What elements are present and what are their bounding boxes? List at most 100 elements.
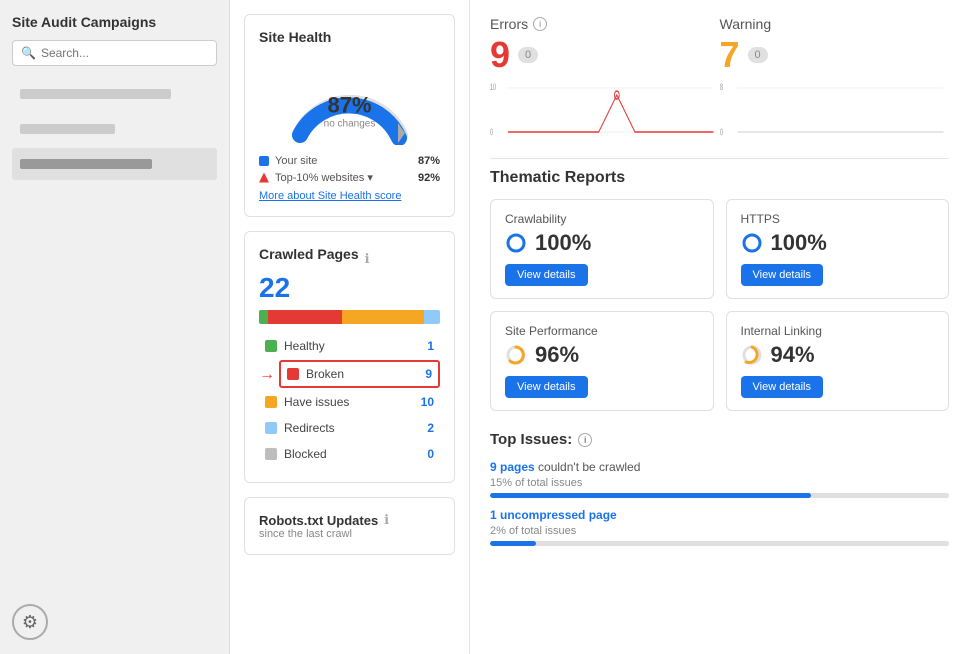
- crawlability-circle-icon: [505, 232, 527, 254]
- legend-val-broken: 9: [425, 367, 432, 381]
- top-issues-label: Top Issues:: [490, 431, 572, 448]
- settings-button[interactable]: ⚙: [12, 604, 48, 640]
- warnings-label: Warning: [720, 16, 950, 32]
- pages-legend-redirects[interactable]: Redirects 2: [259, 416, 440, 440]
- site-health-legend: Your site 87% Top-10% websites ▾ 92%: [259, 155, 440, 184]
- more-about-link[interactable]: More about Site Health score: [259, 190, 440, 202]
- crawlability-view-details-btn[interactable]: View details: [505, 264, 588, 286]
- thematic-performance-pct-row: 96%: [505, 342, 699, 368]
- sidebar-item-label-blur-1: [20, 89, 171, 99]
- thematic-reports-title: Thematic Reports: [490, 169, 949, 187]
- legend-dot-blocked: [265, 448, 277, 460]
- performance-view-details-btn[interactable]: View details: [505, 376, 588, 398]
- thematic-performance-pct: 96%: [535, 342, 579, 368]
- legend-label-site: Your site: [275, 155, 418, 167]
- legend-label-broken: Broken: [306, 367, 425, 381]
- donut-percentage: 87%: [324, 92, 376, 118]
- robots-header: Robots.txt Updates ℹ: [259, 512, 440, 528]
- bar-healthy: [259, 310, 268, 324]
- warnings-block: Warning 7 0 8 0: [720, 16, 950, 148]
- robots-card: Robots.txt Updates ℹ since the last craw…: [244, 497, 455, 555]
- donut-center: 87% no changes: [324, 92, 376, 129]
- svg-text:0: 0: [720, 127, 723, 138]
- middle-panel: Site Health 87% no changes Your site 87%: [230, 0, 470, 654]
- issue-item-2: 1 uncompressed page 2% of total issues: [490, 508, 949, 546]
- performance-circle-icon: [505, 344, 527, 366]
- issue-bar-fill-2: [490, 541, 536, 546]
- pages-legend: Healthy 1 → Broken 9 Have issues 10: [259, 334, 440, 466]
- thematic-https-title: HTTPS: [741, 212, 935, 226]
- sidebar-item-label-blur-2: [20, 124, 115, 134]
- thematic-internal-linking-title: Internal Linking: [741, 324, 935, 338]
- errors-label-text: Errors: [490, 16, 528, 32]
- search-icon: 🔍: [21, 46, 36, 60]
- errors-label: Errors i: [490, 16, 720, 32]
- sidebar-item-2[interactable]: [12, 113, 217, 145]
- internal-linking-view-details-btn[interactable]: View details: [741, 376, 824, 398]
- bar-broken: [268, 310, 342, 324]
- thematic-https: HTTPS 100% View details: [726, 199, 950, 299]
- sidebar-title: Site Audit Campaigns: [12, 14, 217, 30]
- sidebar-item-3[interactable]: [12, 148, 217, 180]
- warnings-value-row: 7 0: [720, 34, 950, 76]
- crawled-pages-title: Crawled Pages: [259, 246, 359, 262]
- thematic-internal-linking: Internal Linking 94% View details: [726, 311, 950, 411]
- thematic-https-pct: 100%: [771, 230, 827, 256]
- site-health-card: Site Health 87% no changes Your site 87%: [244, 14, 455, 217]
- errors-sparkline-svg: 10 0: [490, 80, 720, 140]
- robots-info-icon: ℹ: [384, 512, 389, 528]
- search-input[interactable]: [41, 46, 208, 60]
- broken-arrow-icon: →: [259, 366, 275, 384]
- warnings-sparkline-svg: 8 0: [720, 80, 950, 140]
- warnings-label-text: Warning: [720, 16, 772, 32]
- crawled-pages-info-icon: ℹ: [365, 251, 370, 267]
- crawled-pages-header: Crawled Pages ℹ: [259, 246, 440, 272]
- pages-legend-broken[interactable]: Broken 9: [279, 360, 440, 388]
- legend-row-site: Your site 87%: [259, 155, 440, 167]
- legend-dot-top10: [259, 173, 269, 183]
- errors-value-row: 9 0: [490, 34, 720, 76]
- thematic-crawlability-pct-row: 100%: [505, 230, 699, 256]
- top-issues-info-icon[interactable]: i: [578, 433, 592, 447]
- pages-legend-issues[interactable]: Have issues 10: [259, 390, 440, 414]
- https-view-details-btn[interactable]: View details: [741, 264, 824, 286]
- errors-sparkline: 10 0: [490, 80, 720, 140]
- sidebar-item-1[interactable]: [12, 78, 217, 110]
- errors-value: 9: [490, 34, 510, 76]
- svg-text:0: 0: [490, 127, 493, 138]
- legend-label-healthy: Healthy: [284, 339, 427, 353]
- pages-legend-healthy[interactable]: Healthy 1: [259, 334, 440, 358]
- legend-dot-redirects: [265, 422, 277, 434]
- thematic-performance: Site Performance 96% View details: [490, 311, 714, 411]
- thematic-internal-linking-pct: 94%: [771, 342, 815, 368]
- pages-legend-blocked[interactable]: Blocked 0: [259, 442, 440, 466]
- issue-link-1[interactable]: 9 pages: [490, 460, 535, 474]
- errors-badge: 0: [518, 47, 538, 63]
- sidebar-item-label-blur-3: [20, 159, 152, 169]
- svg-text:8: 8: [720, 82, 723, 93]
- top-issues-section: Top Issues: i: [490, 431, 949, 448]
- legend-val-blocked: 0: [427, 447, 434, 461]
- errors-info-icon[interactable]: i: [533, 17, 547, 31]
- issue-bar-fill-1: [490, 493, 811, 498]
- thematic-crawlability-pct: 100%: [535, 230, 591, 256]
- divider-1: [490, 158, 949, 159]
- thematic-reports-grid: Crawlability 100% View details HTTPS 100…: [490, 199, 949, 411]
- legend-label-issues: Have issues: [284, 395, 421, 409]
- warnings-sparkline: 8 0: [720, 80, 950, 140]
- issue-bar-2: [490, 541, 949, 546]
- metrics-row: Errors i 9 0 10 0: [490, 16, 949, 148]
- search-box[interactable]: 🔍: [12, 40, 217, 66]
- issue-link-2[interactable]: 1 uncompressed page: [490, 508, 617, 522]
- legend-label-redirects: Redirects: [284, 421, 427, 435]
- issue-sub-1: 15% of total issues: [490, 477, 949, 489]
- sidebar-bottom: ⚙: [12, 604, 217, 640]
- broken-row-wrap: → Broken 9: [259, 360, 440, 390]
- internal-linking-circle-icon: [741, 344, 763, 366]
- legend-dot-site: [259, 156, 269, 166]
- issue-title-1: 9 pages couldn't be crawled: [490, 460, 949, 474]
- thematic-internal-linking-pct-row: 94%: [741, 342, 935, 368]
- errors-block: Errors i 9 0 10 0: [490, 16, 720, 148]
- https-circle-icon: [741, 232, 763, 254]
- legend-dot-healthy: [265, 340, 277, 352]
